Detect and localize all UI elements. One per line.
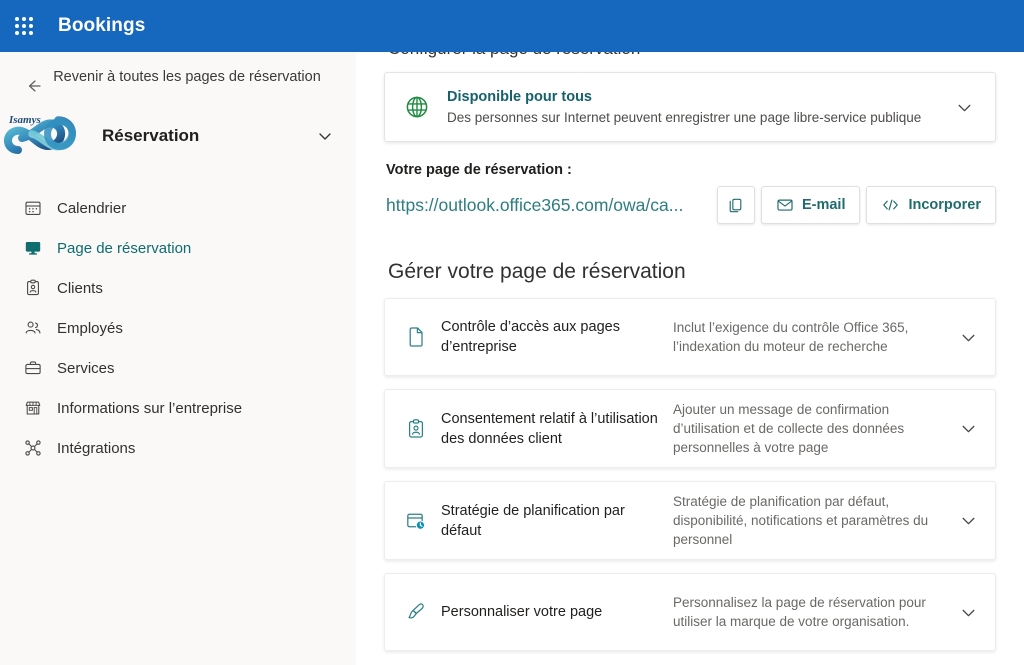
sidebar-item-employes[interactable]: Employés: [0, 308, 356, 348]
manage-card-customer-data-consent[interactable]: Consentement relatif à l’utilisation des…: [384, 389, 996, 468]
sidebar-item-label: Page de réservation: [57, 239, 192, 257]
sidebar-item-page-de-reservation[interactable]: Page de réservation: [0, 228, 356, 268]
isamys-logo: Isamys: [0, 104, 86, 168]
chevron-down-icon[interactable]: [951, 504, 985, 538]
booking-url-row: https://outlook.office365.com/owa/ca...: [384, 186, 996, 224]
globe-icon: [401, 91, 433, 123]
clipboard-person-icon: [403, 416, 429, 442]
manage-card-customize-page[interactable]: Personnaliser votre page Personnalisez l…: [384, 573, 996, 651]
booking-url-actions: E-mail Incorporer: [716, 186, 996, 224]
manage-settings-list: Contrôle d’accès aux pages d’entreprise …: [384, 298, 996, 651]
mail-icon: [776, 196, 794, 214]
business-selector[interactable]: Isamys Réservation: [0, 104, 356, 168]
clipboard-person-icon: [22, 277, 44, 299]
integrations-icon: [22, 437, 44, 459]
availability-card[interactable]: Disponible pour tous Des personnes sur I…: [384, 72, 996, 142]
booking-url-label: Votre page de réservation :: [386, 162, 572, 178]
app-title[interactable]: Bookings: [58, 15, 145, 37]
sidebar-item-label: Intégrations: [57, 439, 136, 457]
manage-card-description: Inclut l’exigence du contrôle Office 365…: [673, 320, 909, 354]
back-label[interactable]: Revenir à toutes les pages de réservatio…: [46, 64, 338, 87]
manage-card-title: Consentement relatif à l’utilisation des…: [441, 410, 658, 447]
sidebar-item-clients[interactable]: Clients: [0, 268, 356, 308]
sidebar-item-informations-entreprise[interactable]: Informations sur l’entreprise: [0, 388, 356, 428]
waffle-icon: [15, 17, 33, 35]
sidebar-item-services[interactable]: Services: [0, 348, 356, 388]
logo-wordmark: Isamys: [8, 114, 41, 126]
manage-section-heading: Gérer votre page de réservation: [388, 260, 686, 283]
sidebar-item-label: Informations sur l’entreprise: [57, 399, 243, 417]
email-button-label: E-mail: [801, 197, 846, 213]
sidebar-item-integrations[interactable]: Intégrations: [0, 428, 356, 468]
manage-card-description: Stratégie de planification par défaut, d…: [673, 494, 929, 547]
manage-card-description: Personnalisez la page de réservation pou…: [673, 595, 926, 629]
back-arrow-icon[interactable]: [22, 74, 46, 98]
manage-card-title: Stratégie de planification par défaut: [441, 502, 625, 539]
booking-url-link[interactable]: https://outlook.office365.com/owa/ca...: [386, 195, 717, 216]
availability-subtitle: Des personnes sur Internet peuvent enreg…: [447, 110, 922, 125]
calendar-clock-icon: [403, 508, 429, 534]
manage-card-title: Contrôle d’accès aux pages d’entreprise: [441, 319, 620, 355]
chevron-down-icon[interactable]: [947, 90, 981, 124]
document-icon: [403, 324, 429, 350]
suite-header-bar: Bookings: [0, 0, 1024, 52]
monitor-icon: [22, 237, 44, 259]
sidebar-item-calendrier[interactable]: Calendrier: [0, 188, 356, 228]
manage-card-title: Personnaliser votre page: [441, 604, 603, 620]
app-launcher-button[interactable]: [0, 0, 48, 52]
people-icon: [22, 317, 44, 339]
sidebar-item-label: Services: [57, 359, 115, 377]
embed-code-icon: [881, 196, 900, 214]
chevron-down-icon[interactable]: [951, 412, 985, 446]
calendar-icon: [22, 197, 44, 219]
briefcase-icon: [22, 357, 44, 379]
sidebar-item-label: Employés: [57, 319, 123, 337]
chevron-down-icon[interactable]: [951, 320, 985, 354]
back-to-all-booking-pages[interactable]: Revenir à toutes les pages de réservatio…: [0, 52, 356, 102]
embed-button-label: Incorporer: [908, 197, 981, 213]
manage-card-description: Ajouter un message de confirmation d’uti…: [673, 402, 905, 455]
storefront-icon: [22, 397, 44, 419]
copy-icon: [727, 197, 744, 214]
manage-card-default-scheduling-policy[interactable]: Stratégie de planification par défaut St…: [384, 481, 996, 560]
main-content: Configurer la page de réservation Dispon…: [356, 52, 1024, 665]
paintbrush-icon: [403, 599, 429, 625]
embed-button[interactable]: Incorporer: [866, 186, 996, 224]
configure-section-heading: Configurer la page de réservation: [384, 52, 996, 66]
manage-card-access-control[interactable]: Contrôle d’accès aux pages d’entreprise …: [384, 298, 996, 376]
email-button[interactable]: E-mail: [760, 186, 861, 224]
sidebar: Revenir à toutes les pages de réservatio…: [0, 52, 356, 665]
sidebar-nav: Calendrier Page de réservation Clients E…: [0, 188, 356, 468]
availability-title: Disponible pour tous: [447, 89, 592, 105]
sidebar-item-label: Clients: [57, 279, 103, 297]
chevron-down-icon[interactable]: [951, 595, 985, 629]
sidebar-item-label: Calendrier: [57, 199, 127, 217]
chevron-down-icon[interactable]: [312, 123, 338, 149]
copy-link-button[interactable]: [716, 186, 755, 224]
business-name: Réservation: [102, 126, 200, 145]
